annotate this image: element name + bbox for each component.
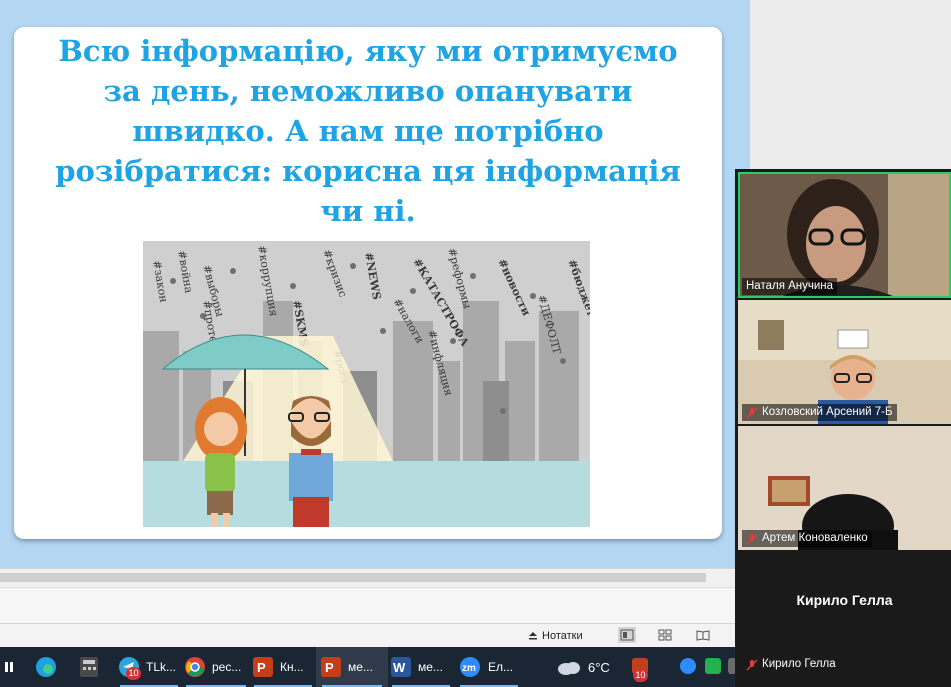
normal-view-button[interactable]: [618, 627, 636, 643]
telegram-app-button[interactable]: TLk... 10: [114, 647, 184, 687]
chrome-app-button[interactable]: рес...: [180, 647, 252, 687]
video-tile-no-video[interactable]: Кирило Гелла Кирило Гелла: [738, 552, 951, 676]
scrollbar-thumb[interactable]: [0, 573, 706, 582]
participant-name: Кирило Гелла: [762, 658, 836, 670]
zoom-tray-icon[interactable]: [680, 658, 696, 674]
app-label: Ел...: [488, 660, 514, 674]
participant-name: Артем Коноваленко: [762, 532, 868, 544]
powerpoint-icon: P: [253, 657, 273, 677]
notes-button[interactable]: Нотатки: [528, 628, 583, 644]
zoom-app-button[interactable]: zm Ел...: [454, 647, 524, 687]
task-view-icon: [5, 662, 13, 672]
reading-view-button[interactable]: [694, 627, 712, 643]
participant-name-label: Наталя Анучина: [742, 278, 838, 295]
participant-name: Козловский Арсений 7-Б: [762, 406, 893, 418]
app-label: рес...: [212, 660, 242, 674]
participant-name-label: Кирило Гелла: [742, 656, 840, 673]
video-tile[interactable]: Козловский Арсений 7-Б: [738, 300, 951, 424]
word-icon: W: [391, 657, 411, 677]
edge-icon: [36, 657, 56, 677]
calculator-button[interactable]: [74, 647, 104, 687]
slide-sorter-button[interactable]: [656, 627, 674, 643]
video-tile[interactable]: Артем Коноваленко: [738, 426, 951, 550]
normal-view-icon: [620, 629, 634, 641]
edge-browser-button[interactable]: [30, 647, 62, 687]
participant-name: Наталя Анучина: [746, 280, 834, 292]
reading-view-icon: [696, 630, 710, 641]
weather-temperature: 6°C: [588, 659, 610, 675]
zoom-icon: zm: [460, 657, 480, 677]
weather-widget[interactable]: 6°C: [552, 647, 622, 687]
video-tile[interactable]: Наталя Анучина: [738, 172, 951, 298]
notes-label: Нотатки: [542, 630, 583, 642]
mic-muted-icon: [746, 532, 758, 545]
powerpoint-app-button-1[interactable]: P Кн...: [248, 647, 318, 687]
slide-illustration[interactable]: #бюджет #КАТАСТРОФА #выборы #кризис #NEW…: [143, 241, 590, 527]
participant-name-label: Козловский Арсений 7-Б: [742, 404, 897, 421]
horizontal-scrollbar[interactable]: [0, 568, 750, 587]
task-view-button[interactable]: [0, 647, 22, 687]
svg-text:P: P: [257, 660, 266, 675]
calculator-icon: [80, 657, 98, 677]
tray-app-icon-green[interactable]: [705, 658, 721, 674]
mic-muted-icon: [746, 658, 758, 671]
participant-name-label: Артем Коноваленко: [742, 530, 872, 547]
chrome-icon: [185, 657, 205, 677]
video-gallery-panel: Наталя Анучина Козловский Арсений 7-Б Ар…: [735, 169, 951, 687]
powerpoint-app-button-2[interactable]: P ме...: [316, 647, 388, 687]
man-figure-icon: [288, 396, 333, 527]
tray-notification-badge: 10: [633, 669, 648, 682]
svg-text:zm: zm: [462, 663, 476, 674]
mic-muted-icon: [746, 406, 758, 419]
app-label: ме...: [348, 660, 373, 674]
notification-badge: 10: [126, 667, 141, 680]
slide[interactable]: Всю інформацію, яку ми отримуємо за день…: [14, 27, 722, 539]
participant-display-name: Кирило Гелла: [796, 592, 893, 608]
word-app-button[interactable]: W ме...: [386, 647, 456, 687]
powerpoint-icon: P: [321, 657, 341, 677]
app-label: Кн...: [280, 660, 304, 674]
app-label: TLk...: [146, 660, 177, 674]
app-label: ме...: [418, 660, 443, 674]
notes-arrow-icon: [529, 632, 537, 640]
status-bar: Нотатки: [0, 623, 750, 648]
notes-pane[interactable]: [0, 587, 750, 624]
svg-text:W: W: [393, 660, 406, 675]
slide-title[interactable]: Всю інформацію, яку ми отримуємо за день…: [14, 31, 722, 231]
slide-sorter-icon: [658, 629, 672, 641]
cloud-icon: [558, 662, 580, 675]
info-rain-illustration: #бюджет #КАТАСТРОФА #выборы #кризис #NEW…: [143, 241, 590, 527]
svg-text:P: P: [325, 660, 334, 675]
